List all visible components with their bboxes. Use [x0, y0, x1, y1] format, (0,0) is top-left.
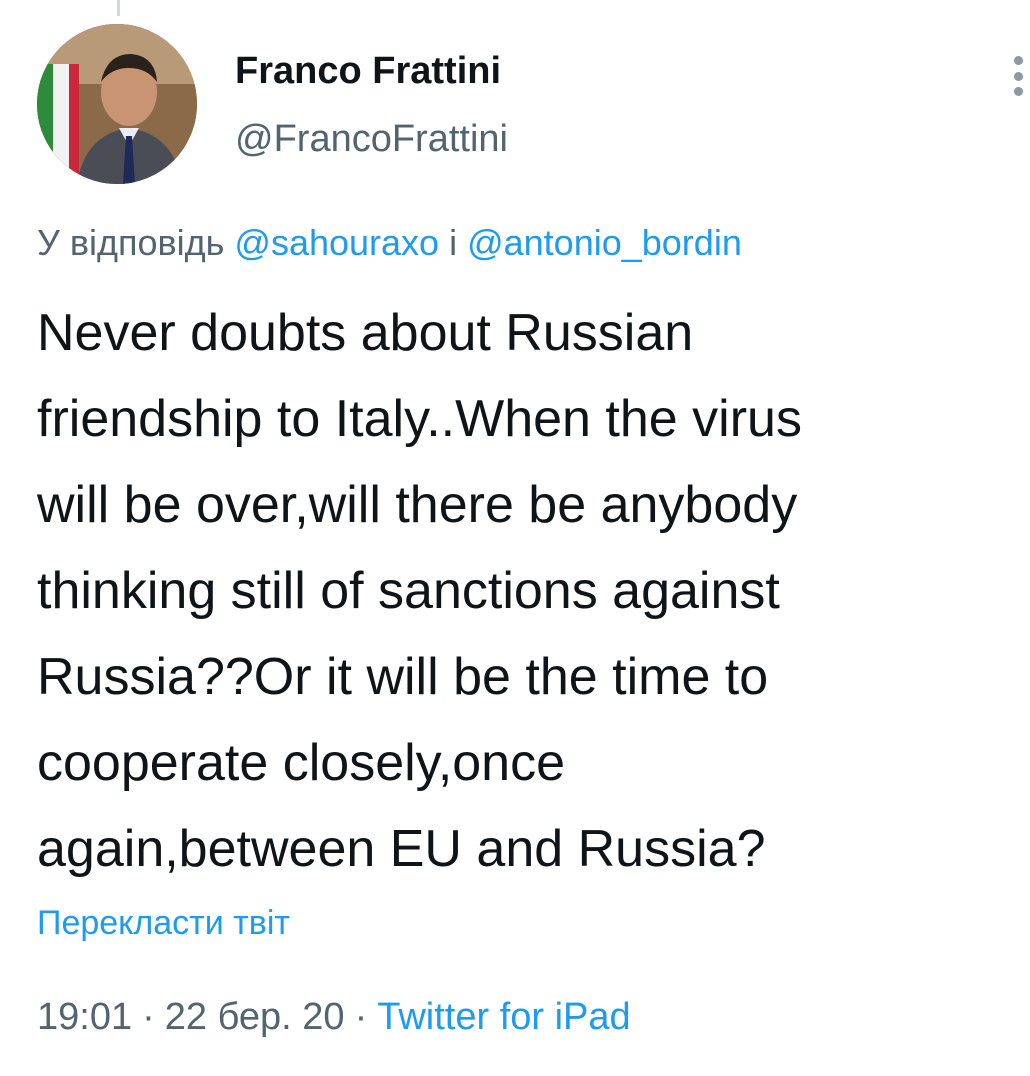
- tweet-text-line: cooperate closely,once: [37, 734, 566, 792]
- tweet-date[interactable]: 22 бер. 20: [165, 996, 345, 1038]
- tweet-text-line: friendship to Italy..When the virus: [37, 390, 802, 448]
- meta-separator: ·: [142, 996, 155, 1038]
- avatar-photo: [37, 24, 197, 184]
- tweet-metadata: 19:01 · 22 бер. 20 · Twitter for iPad: [37, 996, 631, 1039]
- author-handle[interactable]: @FrancoFrattini: [235, 118, 508, 161]
- reply-prefix: У відповідь: [37, 222, 235, 263]
- translate-tweet-link[interactable]: Перекласти твіт: [37, 904, 290, 943]
- reply-context: У відповідь @sahouraxo і @antonio_bordin: [37, 222, 742, 264]
- tweet-text-line: again,between EU and Russia?: [37, 820, 766, 878]
- reply-joiner: і: [439, 222, 468, 263]
- more-vertical-icon: [1013, 56, 1023, 65]
- more-vertical-icon-dot: [1013, 87, 1023, 96]
- author-name[interactable]: Franco Frattini: [235, 50, 501, 93]
- tweet-source-link[interactable]: Twitter for iPad: [377, 996, 630, 1038]
- tweet-text: Never doubts about Russian friendship to…: [37, 290, 1027, 892]
- tweet-text-line: Never doubts about Russian: [37, 304, 694, 362]
- tweet-text-line: will be over,will there be anybody: [37, 476, 798, 534]
- tweet-time[interactable]: 19:01: [37, 996, 132, 1038]
- more-options-button[interactable]: [1006, 56, 1030, 96]
- mention-link[interactable]: @sahouraxo: [234, 222, 439, 263]
- tweet-text-line: thinking still of sanctions against: [37, 562, 780, 620]
- mention-link[interactable]: @antonio_bordin: [467, 222, 742, 263]
- tweet-text-line: Russia??Or it will be the time to: [37, 648, 769, 706]
- thread-connector-line: [117, 0, 120, 16]
- meta-separator: ·: [354, 996, 368, 1038]
- avatar[interactable]: [37, 24, 197, 184]
- more-vertical-icon-dot: [1013, 71, 1023, 81]
